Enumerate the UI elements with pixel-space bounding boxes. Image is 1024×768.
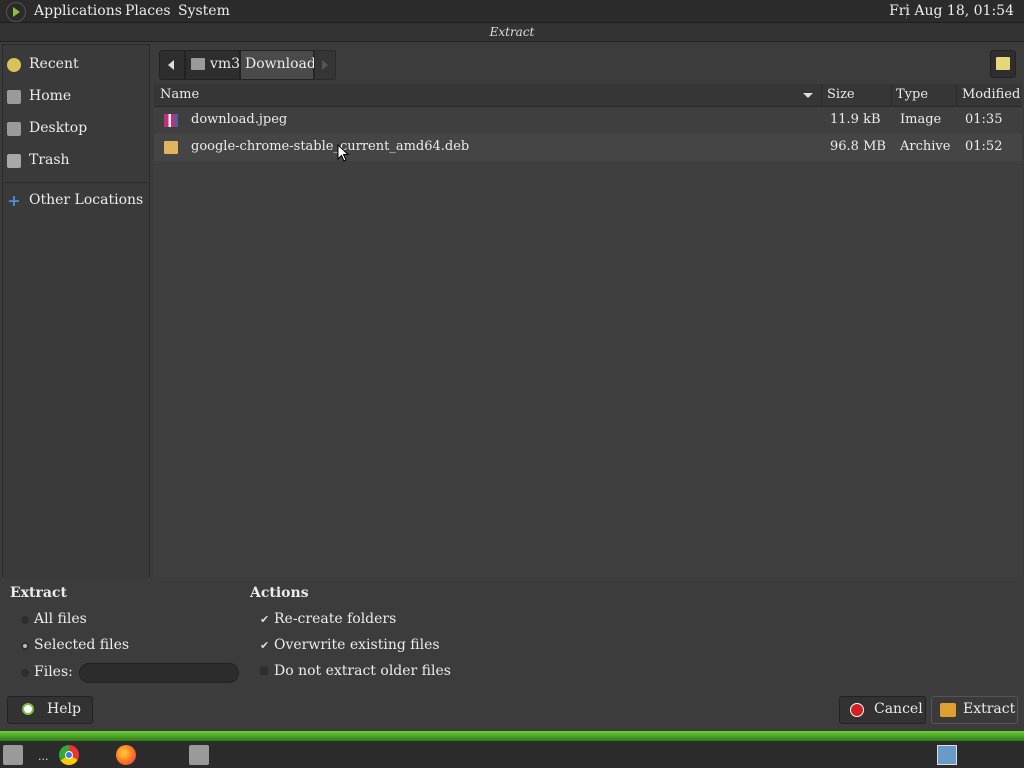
home-folder-icon bbox=[7, 90, 21, 104]
radio-all-files[interactable] bbox=[21, 616, 29, 624]
column-divider bbox=[956, 84, 957, 106]
recent-icon bbox=[7, 58, 21, 72]
chrome-icon[interactable] bbox=[59, 745, 79, 765]
file-type: Image bbox=[900, 112, 942, 127]
actions-heading: Actions bbox=[250, 585, 309, 601]
path-bar: vm3 Downloads bbox=[154, 44, 1022, 84]
trash-icon bbox=[7, 154, 21, 168]
file-manager-icon[interactable] bbox=[189, 745, 209, 765]
do-not-extract-older-checkbox[interactable] bbox=[260, 667, 268, 675]
sidebar-item-recent[interactable]: Recent bbox=[5, 53, 147, 77]
file-name: download.jpeg bbox=[191, 112, 288, 127]
files-icon[interactable] bbox=[3, 745, 23, 765]
new-folder-button[interactable] bbox=[990, 50, 1016, 78]
clock[interactable]: Fri Aug 18, 01:54 bbox=[889, 3, 1014, 19]
breadcrumb-downloads[interactable]: Downloads bbox=[240, 50, 323, 80]
table-row[interactable]: google-chrome-stable_current_amd64.deb 9… bbox=[154, 134, 1022, 161]
image-file-icon bbox=[164, 114, 178, 127]
column-header-size[interactable]: Size bbox=[827, 87, 855, 102]
sidebar-item-label: Trash bbox=[29, 152, 70, 168]
mouse-pointer-icon bbox=[337, 144, 349, 162]
desktop-folder-icon bbox=[7, 122, 21, 136]
menu-applications[interactable]: Applications bbox=[34, 3, 122, 19]
dialog-title: Extract bbox=[489, 25, 535, 39]
extract-options: Extract All files Selected files Files: … bbox=[0, 578, 1024, 730]
panel-accent-bar bbox=[0, 731, 1024, 741]
selected-files-label[interactable]: Selected files bbox=[34, 637, 129, 653]
file-modified: 01:35 bbox=[965, 112, 1003, 127]
files-label[interactable]: Files: bbox=[34, 664, 73, 680]
path-back-arrow-icon[interactable] bbox=[159, 50, 185, 80]
sort-descending-icon[interactable] bbox=[803, 93, 813, 98]
menu-system[interactable]: System bbox=[178, 3, 230, 19]
column-header-type[interactable]: Type bbox=[896, 87, 928, 102]
firefox-icon[interactable] bbox=[116, 745, 136, 765]
column-header-name[interactable]: Name bbox=[160, 87, 199, 102]
file-list: Name Size Type Modified download.jpeg 11… bbox=[154, 84, 1022, 577]
distro-logo-icon[interactable] bbox=[6, 2, 26, 22]
overwrite-existing-label[interactable]: Overwrite existing files bbox=[274, 637, 440, 653]
cancel-icon bbox=[850, 703, 864, 717]
sidebar-divider bbox=[5, 182, 147, 183]
extract-icon bbox=[940, 703, 956, 717]
top-panel: Applications Places System Fri Aug 18, 0… bbox=[0, 0, 1024, 23]
column-divider bbox=[821, 84, 822, 106]
sidebar-item-desktop[interactable]: Desktop bbox=[5, 117, 147, 141]
file-size: 11.9 kB bbox=[830, 112, 881, 127]
extract-heading: Extract bbox=[10, 585, 67, 601]
breadcrumb-vm3[interactable]: vm3 bbox=[185, 50, 240, 80]
file-modified: 01:52 bbox=[965, 139, 1003, 154]
column-header-modified[interactable]: Modified bbox=[962, 87, 1020, 102]
file-list-header: Name Size Type Modified bbox=[154, 84, 1022, 107]
help-button-label: Help bbox=[47, 701, 81, 717]
extract-button-label: Extract bbox=[963, 701, 1016, 717]
overwrite-existing-checkbox[interactable]: ✔ bbox=[260, 640, 270, 651]
help-icon bbox=[22, 703, 34, 715]
path-forward-arrow-icon[interactable] bbox=[314, 50, 336, 80]
bottom-panel: ... bbox=[0, 731, 1024, 768]
sidebar-item-other-locations[interactable]: + Other Locations bbox=[5, 189, 147, 213]
archive-file-icon bbox=[164, 141, 178, 154]
file-name: google-chrome-stable_current_amd64.deb bbox=[191, 139, 470, 154]
radio-files[interactable] bbox=[21, 669, 29, 677]
column-divider bbox=[891, 84, 892, 106]
sidebar-item-trash[interactable]: Trash bbox=[5, 149, 147, 173]
places-sidebar: Recent Home Desktop Trash + Other Locati… bbox=[2, 44, 150, 579]
table-row[interactable]: download.jpeg 11.9 kB Image 01:35 bbox=[154, 107, 1022, 134]
home-folder-icon bbox=[191, 58, 205, 70]
plus-icon: + bbox=[7, 191, 21, 210]
taskbar-overflow[interactable]: ... bbox=[38, 750, 49, 763]
file-size: 96.8 MB bbox=[830, 139, 886, 154]
sidebar-item-label: Desktop bbox=[29, 120, 88, 136]
recreate-folders-label[interactable]: Re-create folders bbox=[274, 611, 396, 627]
help-button[interactable]: Help bbox=[7, 696, 93, 724]
dialog-titlebar[interactable]: Extract bbox=[0, 23, 1024, 42]
cancel-button[interactable]: Cancel bbox=[839, 696, 926, 724]
sidebar-item-home[interactable]: Home bbox=[5, 85, 147, 109]
all-files-label[interactable]: All files bbox=[34, 611, 87, 627]
menu-places[interactable]: Places bbox=[125, 3, 171, 19]
radio-selected-files[interactable] bbox=[21, 642, 29, 650]
file-type: Archive bbox=[900, 139, 951, 154]
breadcrumb-label: vm3 bbox=[210, 56, 241, 72]
cancel-button-label: Cancel bbox=[874, 701, 923, 717]
do-not-extract-older-label[interactable]: Do not extract older files bbox=[274, 663, 451, 679]
network-icon[interactable] bbox=[937, 745, 957, 765]
files-pattern-input[interactable] bbox=[79, 663, 239, 683]
sidebar-item-label: Home bbox=[29, 88, 72, 104]
sidebar-item-label: Recent bbox=[29, 56, 79, 72]
recreate-folders-checkbox[interactable]: ✔ bbox=[260, 614, 270, 625]
breadcrumb-label: Downloads bbox=[245, 56, 324, 72]
sidebar-item-label: Other Locations bbox=[29, 192, 144, 208]
extract-button[interactable]: Extract bbox=[931, 696, 1018, 724]
